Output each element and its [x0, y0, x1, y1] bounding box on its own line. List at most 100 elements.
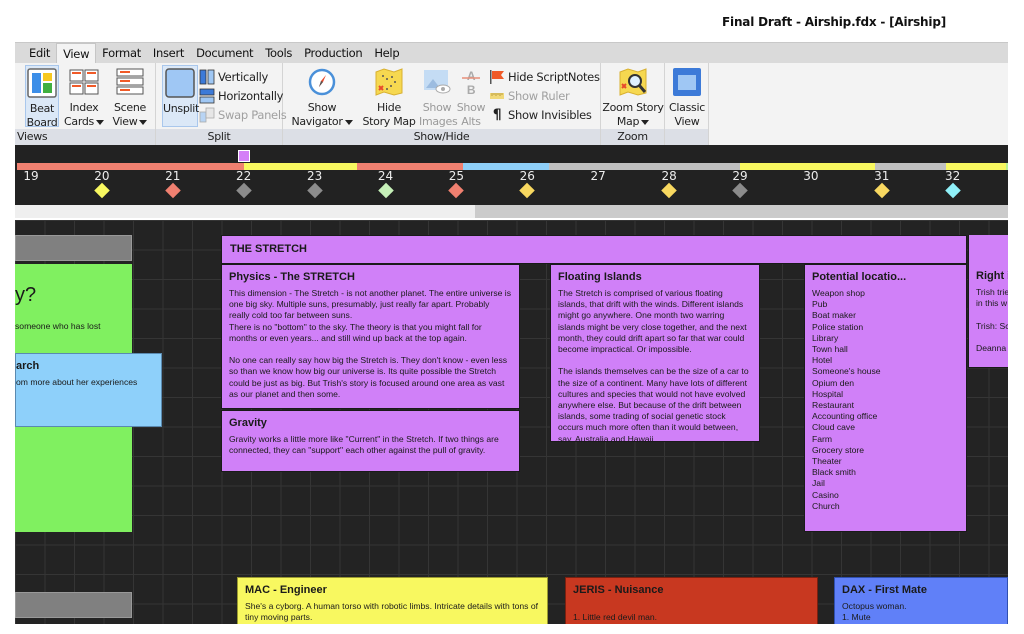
story-map-scrollbar[interactable]: [15, 205, 1008, 218]
svg-text:B: B: [467, 83, 476, 97]
card-mac-engineer[interactable]: MAC - Engineer She's a cyborg. A human t…: [237, 577, 548, 624]
zoom-group: Zoom Story Map Zoom: [601, 63, 665, 145]
chevron-down-icon: [641, 119, 650, 125]
classic-view-button[interactable]: Classic View: [667, 65, 707, 128]
scene-marker-diamond[interactable]: [874, 182, 890, 199]
show-images-label-1: Show: [422, 101, 452, 114]
scene-marker-diamond[interactable]: [165, 182, 181, 199]
story-map-scroll-thumb[interactable]: [475, 205, 1008, 218]
story-map-page-label: 20: [94, 169, 110, 183]
split-horizontally-button[interactable]: Horizontally: [199, 87, 283, 105]
title-bar: Final Draft - Airship.fdx - [Airship]: [0, 0, 1024, 42]
card-dax-first-mate[interactable]: DAX - First Mate Octopus woman. 1. Mute: [834, 577, 1008, 624]
menu-help[interactable]: Help: [368, 43, 405, 64]
index-cards-label-2: Cards: [64, 115, 94, 128]
card-title: MAC - Engineer: [245, 584, 327, 596]
scene-view-button[interactable]: Scene View: [109, 65, 151, 128]
ruler-icon: [490, 93, 504, 99]
card-title: Physics - The STRETCH: [229, 271, 355, 283]
show-alts-label-1: Show: [456, 101, 486, 114]
beat-header-the-stretch[interactable]: THE STRETCH: [221, 235, 967, 264]
beat-board-canvas[interactable]: THE STRETCH y? someone who has lost arch…: [15, 220, 1008, 624]
show-invisibles-button[interactable]: ¶ Show Invisibles: [489, 106, 592, 124]
story-map-page-label: 27: [590, 169, 606, 183]
scene-marker-diamond[interactable]: [661, 182, 677, 199]
show-images-button[interactable]: Show Images: [419, 65, 458, 128]
card-floating-islands[interactable]: Floating Islands The Stretch is comprise…: [550, 264, 760, 442]
beat-board-button[interactable]: Beat Board: [25, 65, 59, 129]
scene-marker-diamond[interactable]: [519, 182, 536, 199]
zoom-story-map-button[interactable]: Zoom Story Map: [602, 65, 664, 128]
hide-story-map-button[interactable]: Hide Story Map: [359, 65, 419, 128]
scene-marker-diamond[interactable]: [944, 182, 961, 199]
card-physics[interactable]: Physics - The STRETCH This dimension - T…: [221, 264, 520, 409]
beat-board-label-2: Board: [26, 116, 58, 129]
flag-icon: [490, 70, 504, 84]
unsplit-button[interactable]: Unsplit: [162, 65, 200, 127]
story-map-segment[interactable]: [243, 163, 358, 170]
story-map-segment[interactable]: [16, 163, 244, 170]
card-gravity[interactable]: Gravity Gravity works a little more like…: [221, 410, 520, 472]
split-vertically-button[interactable]: Vertically: [199, 68, 268, 86]
split-vertical-icon: [199, 69, 215, 85]
hide-scriptnotes-button[interactable]: Hide ScriptNotes: [489, 68, 600, 86]
chevron-down-icon: [95, 119, 104, 125]
zoom-story-map-label-2: Map: [616, 115, 640, 128]
story-map-page-label: 26: [519, 169, 535, 183]
story-map-segment[interactable]: [357, 163, 464, 170]
menu-format[interactable]: Format: [96, 43, 147, 64]
menu-production[interactable]: Production: [298, 43, 368, 64]
unsplit-label: Unsplit: [163, 102, 200, 115]
menu-document[interactable]: Document: [190, 43, 259, 64]
compass-icon: [307, 67, 337, 97]
scene-marker-diamond[interactable]: [377, 182, 394, 199]
ribbon: Beat Board Index Cards Scene View Views: [13, 63, 1008, 145]
scene-marker-diamond[interactable]: [306, 182, 323, 199]
beat-header-left-bottom[interactable]: [15, 592, 132, 618]
scene-marker-diamond[interactable]: [94, 182, 110, 199]
svg-text:A: A: [467, 69, 476, 83]
show-ruler-label: Show Ruler: [508, 89, 570, 103]
card-title: JERIS - Nuisance: [573, 584, 664, 596]
scene-marker-diamond[interactable]: [235, 182, 252, 199]
story-map-segment[interactable]: [463, 163, 549, 170]
scene-view-icon: [115, 67, 145, 97]
menu-bar: Edit View Format Insert Document Tools P…: [15, 42, 1008, 64]
card-research[interactable]: arch om more about her experiences: [15, 353, 162, 427]
story-map-segment[interactable]: [548, 163, 740, 170]
menu-edit[interactable]: Edit: [23, 43, 56, 64]
beat-header-left[interactable]: [15, 235, 132, 261]
story-map-page-label: 23: [306, 169, 323, 183]
show-alts-button[interactable]: AB Show Alts: [455, 65, 487, 128]
split-horizontal-icon: [199, 88, 215, 104]
hide-story-map-label-1: Hide: [377, 101, 401, 114]
card-body: Trish trie in this w Trish: Sc Deanna: [976, 287, 1008, 354]
card-right-is[interactable]: Right is Trish trie in this w Trish: Sc …: [968, 264, 1008, 368]
menu-tools[interactable]: Tools: [259, 43, 298, 64]
card-headline: y?: [15, 284, 37, 306]
show-navigator-button[interactable]: Show Navigator: [285, 65, 359, 128]
story-map-page-label: 29: [732, 169, 748, 183]
story-map-page-label: 30: [803, 169, 819, 183]
split-vertically-label: Vertically: [218, 70, 269, 84]
card-body: someone who has lost: [15, 321, 101, 331]
menu-view[interactable]: View: [56, 42, 97, 64]
card-title: DAX - First Mate: [842, 584, 927, 596]
story-map-page-label: 21: [165, 169, 181, 183]
show-alts-label-2: Alts: [461, 115, 481, 128]
story-map[interactable]: 19 20 21 22 23 24 25 26 27 28 29 30 31 32: [15, 145, 1008, 205]
card-jeris-nuisance[interactable]: JERIS - Nuisance 1. Little red devil man…: [565, 577, 818, 624]
show-ruler-button[interactable]: Show Ruler: [489, 87, 570, 105]
scene-marker-diamond[interactable]: [448, 182, 465, 199]
split-group: Unsplit Vertically Horizontally Swap Pan…: [156, 63, 287, 145]
map-icon: [374, 67, 404, 97]
card-body: om more about her experiences: [16, 377, 138, 387]
index-cards-button[interactable]: Index Cards: [61, 65, 107, 128]
scene-marker-diamond[interactable]: [732, 182, 748, 199]
card-potential-locations[interactable]: Potential locatio... Weapon shop Pub Boa…: [804, 264, 967, 532]
zoom-group-label: Zoom: [601, 129, 664, 145]
swap-panels-button[interactable]: Swap Panels: [199, 106, 287, 124]
current-position-marker[interactable]: [237, 150, 250, 162]
beat-header-next[interactable]: [968, 235, 1008, 264]
menu-insert[interactable]: Insert: [147, 43, 190, 64]
